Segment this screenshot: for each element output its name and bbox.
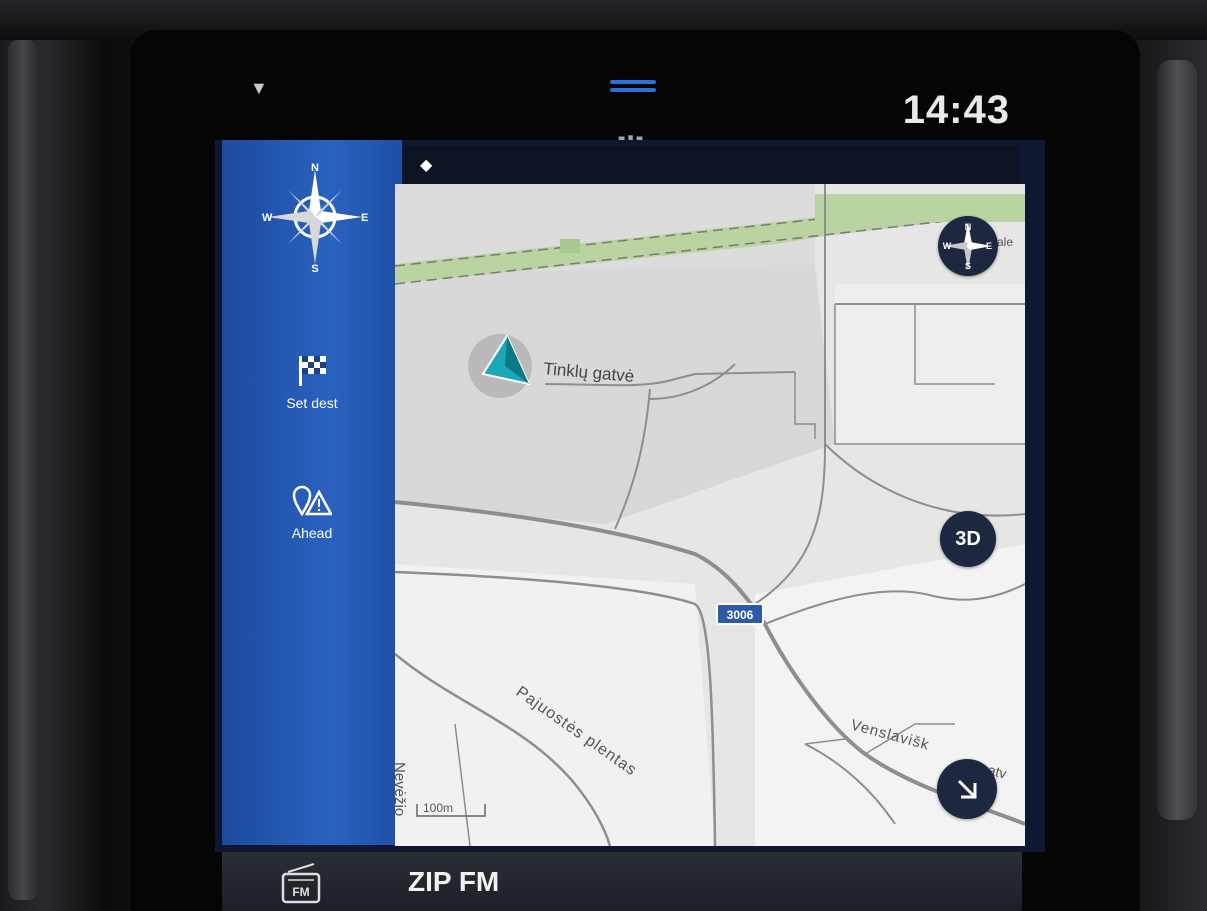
checkered-flag-icon [299, 356, 326, 386]
map-compass-s: S [965, 261, 971, 271]
media-bar[interactable]: FM ZIP FM [222, 852, 1022, 911]
nav-side-panel: N S W E Set dest Ahead [222, 140, 402, 845]
status-bar: ▼ ■▮■ 14:43 [210, 70, 1030, 146]
vehicle-position-icon [468, 333, 532, 398]
ahead-icon [292, 485, 334, 517]
compass-icon[interactable]: N S W E [260, 162, 370, 277]
map-compass-button[interactable]: N S W E [938, 216, 998, 276]
chrome-strip [8, 40, 38, 900]
ahead-label: Ahead [291, 525, 333, 541]
arrow-down-right-icon [957, 779, 977, 799]
road-shield: 3006 [716, 603, 764, 625]
scale-label: 100m [423, 801, 453, 815]
location-diamond-icon[interactable]: ◆ [420, 155, 432, 175]
street-label-fragment: ale [997, 235, 1013, 249]
collapse-map-button[interactable] [937, 759, 997, 819]
signal-icon: ▼ [250, 78, 268, 98]
clock: 14:43 [902, 88, 1010, 132]
street-label-nevezio: Nevėžio [395, 762, 408, 816]
compass-n: N [311, 162, 319, 174]
map-compass-w: W [943, 241, 952, 251]
station-name: ZIP FM [408, 866, 500, 897]
top-view-handle[interactable] [610, 80, 656, 94]
road-shield-number: 3006 [727, 608, 754, 622]
set-dest-label: Set dest [286, 395, 338, 411]
ahead-button[interactable]: Ahead [222, 484, 402, 541]
map-compass-n: N [965, 222, 972, 232]
compass-s: S [311, 263, 318, 272]
navigation-map[interactable]: Tinklų gatvė Pajuostės plentas Venslaviš… [395, 184, 1025, 846]
compass-rose-icon: N S W E [943, 222, 992, 271]
radio-icon: FM [280, 862, 322, 904]
map-compass-e: E [986, 241, 992, 251]
chrome-strip [1157, 60, 1197, 820]
3d-view-button[interactable]: 3D [940, 511, 996, 567]
map-top-strip: ◆ [402, 146, 1020, 184]
map-canvas: Tinklų gatvė Pajuostės plentas Venslaviš… [395, 184, 1025, 846]
compass-e: E [361, 212, 368, 224]
radio-icon-label: FM [292, 885, 309, 899]
car-trim-left [0, 0, 150, 911]
set-destination-button[interactable]: Set dest [222, 354, 402, 411]
compass-w: W [262, 212, 273, 224]
